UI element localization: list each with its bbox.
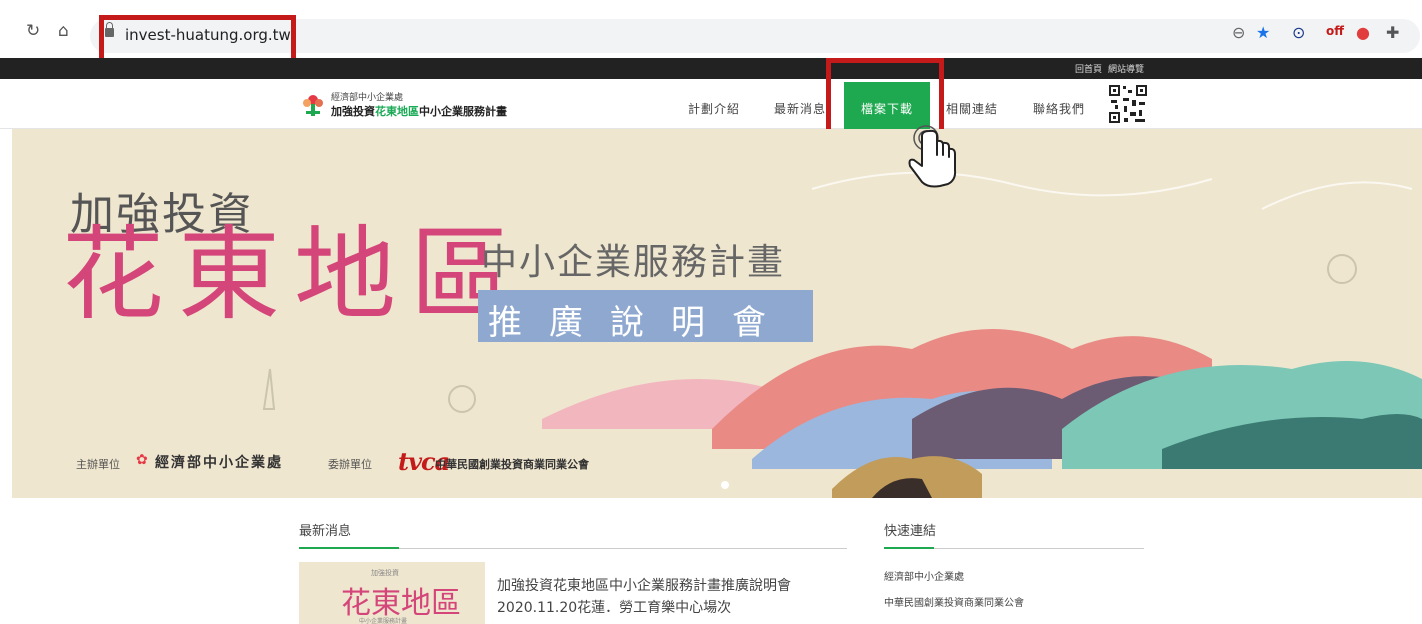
news-item-title[interactable]: 加強投資花東地區中小企業服務計畫推廣說明會: [497, 575, 791, 595]
co-label: 委辦單位: [328, 458, 372, 471]
play-extension-icon[interactable]: ⊙: [1292, 25, 1305, 41]
news-item-date[interactable]: 2020.11.20花蓮．勞工育樂中心場次: [497, 597, 731, 617]
menu-contact[interactable]: 聯絡我們: [1033, 100, 1085, 117]
banner-tag-text: 推廣說明會: [488, 303, 793, 343]
carousel-dot[interactable]: [721, 481, 729, 489]
logo-icon[interactable]: [300, 92, 326, 118]
zoom-icon[interactable]: ⊖: [1232, 25, 1245, 41]
logo-title-c: 中小企業服務計畫: [419, 105, 507, 118]
menu-links[interactable]: 相關連結: [946, 100, 998, 117]
host-logo-icon: ✿: [136, 452, 148, 468]
banner-subtitle: 中小企業服務計畫: [481, 242, 786, 283]
reload-icon[interactable]: ↻: [26, 23, 40, 40]
url-highlight-box: [99, 15, 296, 64]
menu-about[interactable]: 計劃介紹: [688, 100, 740, 117]
quick-link-tvca[interactable]: 中華民國創業投資商業同業公會: [884, 594, 1024, 609]
s-extension-icon[interactable]: ●: [1356, 25, 1370, 41]
logo-title[interactable]: 加強投資花東地區中小企業服務計畫: [331, 103, 507, 119]
thumb-sub-text: 中小企業服務計畫: [359, 618, 408, 624]
home-link[interactable]: 回首頁: [1075, 62, 1102, 75]
logo-title-b: 花東地區: [375, 105, 419, 118]
quick-link-sme[interactable]: 經濟部中小企業處: [884, 568, 964, 583]
banner-headline: 花東地區: [62, 216, 526, 335]
news-section-title: 最新消息: [299, 524, 352, 539]
co-org: 中華民國創業投資商業同業公會: [435, 458, 589, 471]
banner-tag: 推廣說明會: [478, 290, 813, 343]
home-icon[interactable]: ⌂: [58, 23, 69, 40]
site-top-strip: [0, 58, 1422, 79]
hand-cursor-icon: [908, 125, 957, 188]
puzzle-icon[interactable]: ✚: [1386, 25, 1399, 41]
logo-org[interactable]: 經濟部中小企業處: [331, 90, 403, 103]
qr-code-icon[interactable]: [1108, 84, 1148, 124]
sitemap-link[interactable]: 網站導覽: [1108, 62, 1144, 75]
news-thumbnail[interactable]: 加強投資 花東地區 中小企業服務計畫: [299, 562, 485, 624]
host-label: 主辦單位: [76, 458, 120, 471]
quick-links-title: 快速連結: [884, 524, 937, 539]
logo-title-a: 加強投資: [331, 105, 375, 118]
news-divider-accent: [299, 547, 399, 549]
thumb-small-text: 加強投資: [371, 569, 399, 577]
star-icon[interactable]: ★: [1256, 25, 1270, 41]
menu-news[interactable]: 最新消息: [774, 100, 826, 117]
host-org: 經濟部中小企業處: [155, 455, 283, 471]
quick-links-divider-accent: [884, 547, 934, 549]
adblock-off-icon[interactable]: off: [1326, 25, 1344, 37]
